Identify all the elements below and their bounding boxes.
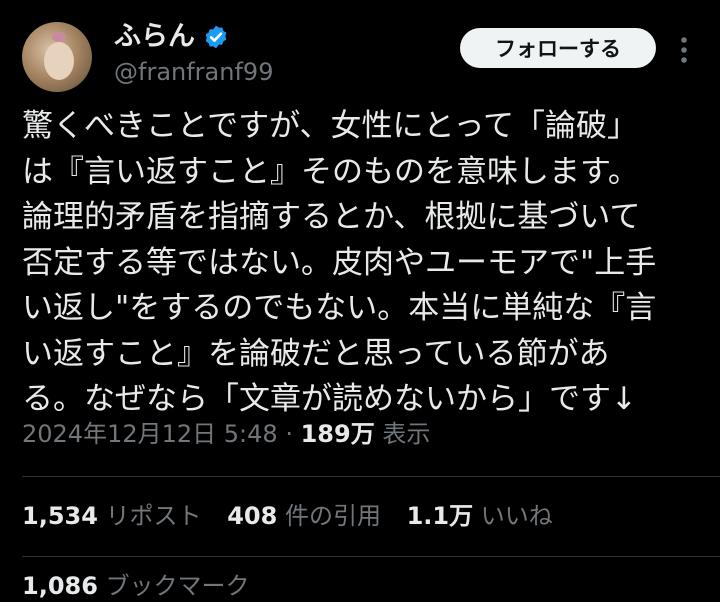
reposts-stat[interactable]: 1,534 リポスト	[22, 502, 202, 530]
avatar-face	[44, 42, 74, 80]
views-count: 189万	[300, 420, 375, 448]
quotes-label: 件の引用	[284, 502, 381, 530]
likes-stat[interactable]: 1.1万 いいね	[407, 502, 553, 530]
author-handle[interactable]: @franfranf99	[114, 57, 273, 87]
quotes-count: 408	[227, 502, 278, 530]
views-label: 表示	[382, 420, 431, 448]
post-text-line: い返し"をするのでもない。本当に単純な『言	[22, 290, 657, 326]
bookmarks-count: 1,086	[22, 572, 98, 600]
avatar-flower	[52, 32, 66, 42]
post-text: 驚くべきことですが、女性にとって「論破」 は『言い返すこと』そのものを意味します…	[22, 104, 712, 423]
likes-count: 1.1万	[406, 502, 474, 530]
follow-button[interactable]: フォローする	[460, 28, 656, 68]
engagement-stats: 1,534 リポスト 408 件の引用 1.1万 いいね	[22, 500, 571, 532]
post-timestamp[interactable]: 2024年12月12日 5:48	[22, 420, 278, 448]
divider	[22, 556, 720, 557]
likes-label: いいね	[480, 502, 553, 530]
divider	[22, 476, 720, 477]
bookmarks-label: ブックマーク	[105, 572, 250, 600]
author-name[interactable]: ふらん	[114, 20, 195, 54]
reposts-count: 1,534	[22, 502, 98, 530]
post-text-line: る。なぜなら「文章が読めないから」です↓	[22, 381, 637, 417]
reposts-label: リポスト	[105, 502, 202, 530]
post-text-line: 論理的矛盾を指摘するとか、根拠に基づいて	[22, 199, 641, 235]
more-options-icon[interactable]	[668, 32, 700, 68]
post-text-line: 否定する等ではない。皮肉やユーモアで"上手	[22, 244, 657, 281]
post-meta: 2024年12月12日 5:48 · 189万 表示	[22, 418, 430, 450]
meta-separator: ·	[285, 420, 293, 448]
bookmarks-stat[interactable]: 1,086 ブックマーク	[22, 570, 250, 602]
avatar[interactable]	[22, 22, 92, 92]
verified-badge-icon	[205, 25, 227, 49]
post-text-line: 驚くべきことですが、女性にとって「論破」	[22, 108, 638, 144]
post-text-line: い返すこと』を論破だと思っている節があ	[22, 335, 610, 372]
quotes-stat[interactable]: 408 件の引用	[227, 502, 381, 530]
post-text-line: は『言い返すこと』そのものを意味します。	[22, 153, 639, 190]
